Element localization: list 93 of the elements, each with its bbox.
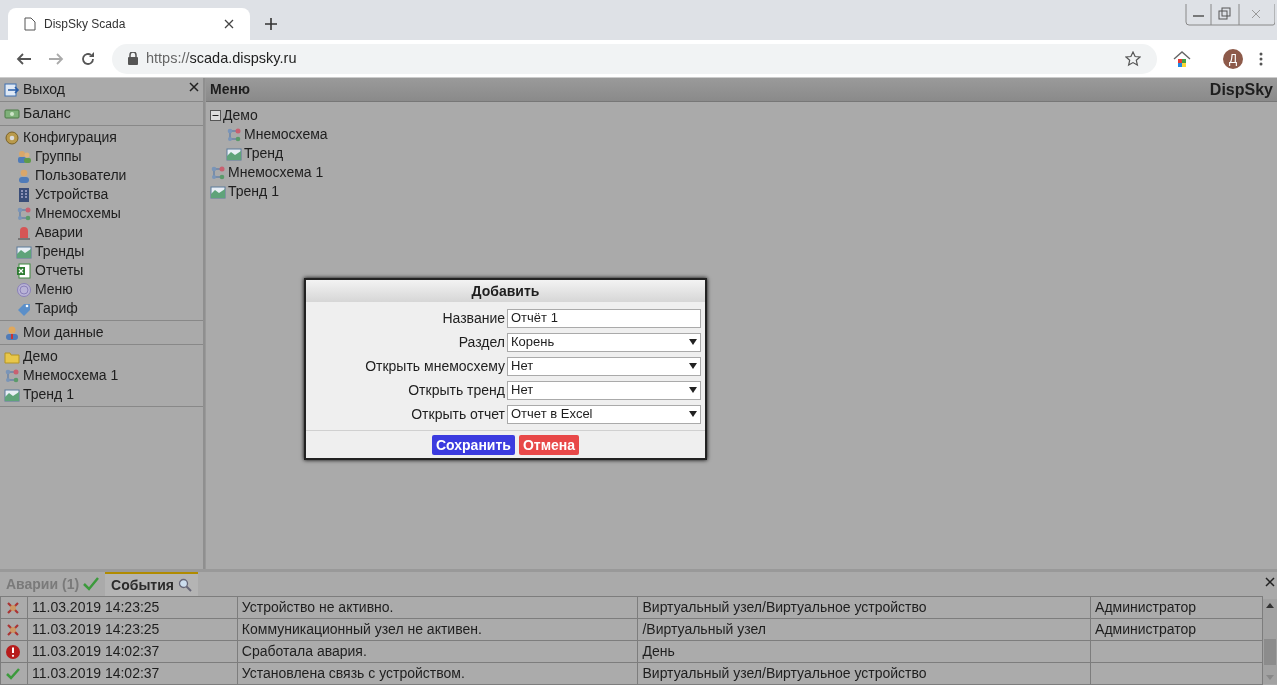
- device-icon: [16, 186, 32, 203]
- page-icon: [24, 17, 36, 31]
- house-icon[interactable]: [1173, 49, 1191, 68]
- sidebar-item[interactable]: Меню: [4, 280, 199, 299]
- diagram-icon: [16, 205, 32, 222]
- brand-name: DispSky: [1209, 79, 1273, 100]
- caret-icon: [689, 387, 697, 393]
- sidebar-item[interactable]: Тренд 1: [4, 385, 199, 404]
- gear-icon: [4, 129, 20, 146]
- table-cell: Администратор: [1090, 618, 1263, 641]
- sidebar-item[interactable]: Конфигурация: [4, 128, 199, 147]
- table-cell: Виртуальный узел/Виртуальное устройство: [637, 596, 1091, 619]
- table-cell: Устройство не активно.: [237, 596, 638, 619]
- table-cell: Установлена связь с устройством.: [237, 662, 638, 685]
- exit-icon: [4, 81, 20, 98]
- sidebar-item[interactable]: Пользователи: [4, 166, 199, 185]
- users-icon: [16, 148, 32, 165]
- sidebar-item[interactable]: Мнемосхемы: [4, 204, 199, 223]
- field-label: Раздел: [457, 332, 506, 352]
- back-icon[interactable]: [16, 50, 32, 67]
- close-icon[interactable]: [224, 19, 234, 29]
- select-field[interactable]: Отчет в Excel: [507, 404, 701, 424]
- panel-title: Меню: [210, 80, 250, 99]
- disc-icon: [16, 281, 32, 298]
- star-icon[interactable]: [1125, 50, 1141, 67]
- sidebar-item[interactable]: Демо: [4, 347, 199, 366]
- caret-icon: [689, 339, 697, 345]
- tab-title: DispSky Scada: [44, 16, 127, 33]
- scrollbar-icon[interactable]: [1263, 599, 1277, 684]
- siren-icon: [16, 224, 32, 241]
- table-cell: 11.03.2019 14:02:37: [27, 662, 238, 685]
- select-field[interactable]: Нет: [507, 356, 701, 376]
- diagram-icon: [210, 164, 226, 181]
- sidebar-item[interactable]: Тариф: [4, 299, 199, 318]
- caret-icon: [689, 411, 697, 417]
- reload-icon[interactable]: [80, 50, 96, 67]
- table-cell: Администратор: [1090, 596, 1263, 619]
- field-label: Открыть мнемосхему: [364, 356, 506, 376]
- alert-icon: [5, 644, 21, 661]
- tree-item[interactable]: Тренд: [210, 144, 1273, 163]
- table-cell: День: [637, 640, 1091, 663]
- table-cell: Коммуникационный узел не активен.: [237, 618, 638, 641]
- sidebar-item[interactable]: Мои данные: [4, 323, 199, 342]
- table-cell: 11.03.2019 14:23:25: [27, 596, 238, 619]
- search-icon: [178, 578, 192, 592]
- collapse-icon[interactable]: [210, 110, 221, 121]
- sidebar-item[interactable]: Выход: [4, 80, 199, 99]
- table-cell: Виртуальный узел/Виртуальное устройство: [637, 662, 1091, 685]
- diagram-icon: [226, 126, 242, 143]
- table-cell: 11.03.2019 14:02:37: [27, 640, 238, 663]
- address-bar[interactable]: https://scada.dispsky.ru: [112, 43, 1157, 74]
- tree-item[interactable]: Тренд 1: [210, 182, 1273, 201]
- sidebar-item[interactable]: Отчеты: [4, 261, 199, 280]
- chart-icon: [226, 145, 242, 162]
- field-label: Открыть отчет: [410, 404, 506, 424]
- chart-icon: [210, 183, 226, 200]
- chart-icon: [16, 243, 32, 260]
- dialog-title: Добавить: [306, 280, 705, 302]
- sidebar-item[interactable]: Мнемосхема 1: [4, 366, 199, 385]
- select-field[interactable]: Корень: [507, 332, 701, 352]
- events-tab[interactable]: События: [105, 572, 198, 596]
- field-label: Название: [441, 308, 506, 328]
- sidebar-item[interactable]: Устройства: [4, 185, 199, 204]
- close-icon[interactable]: [189, 82, 199, 92]
- field-label: Открыть тренд: [407, 380, 506, 400]
- table-cell: 11.03.2019 14:23:25: [27, 618, 238, 641]
- input-field[interactable]: Отчёт 1: [507, 308, 701, 328]
- cancel-button[interactable]: Отмена: [518, 434, 580, 455]
- close-icon[interactable]: [1265, 577, 1275, 587]
- avatar[interactable]: Д: [1223, 48, 1243, 69]
- user-icon: [4, 324, 20, 341]
- spreadsheet-icon: [16, 262, 32, 279]
- table-cell: Сработала авария.: [237, 640, 638, 663]
- sidebar-item[interactable]: Группы: [4, 147, 199, 166]
- sidebar-item[interactable]: Аварии: [4, 223, 199, 242]
- save-button[interactable]: Сохранить: [431, 434, 515, 455]
- user-icon: [16, 167, 32, 184]
- check-icon: [83, 577, 100, 591]
- sidebar-item[interactable]: Баланс: [4, 104, 199, 123]
- caret-icon: [689, 363, 697, 369]
- more-icon[interactable]: [1259, 50, 1263, 67]
- lock-icon: [128, 52, 138, 65]
- url-text: https://scada.dispsky.ru: [146, 48, 298, 68]
- chart-icon: [4, 386, 20, 403]
- table-cell: /Виртуальный узел: [637, 618, 1091, 641]
- new-tab-icon[interactable]: [264, 17, 278, 31]
- tree-item[interactable]: Демо: [210, 106, 1273, 125]
- sidebar-item[interactable]: Тренды: [4, 242, 199, 261]
- tree-item[interactable]: Мнемосхема 1: [210, 163, 1273, 182]
- tree-item[interactable]: Мнемосхема: [210, 125, 1273, 144]
- browser-tab[interactable]: DispSky Scada: [8, 8, 250, 40]
- diagram-icon: [4, 367, 20, 384]
- select-field[interactable]: Нет: [507, 380, 701, 400]
